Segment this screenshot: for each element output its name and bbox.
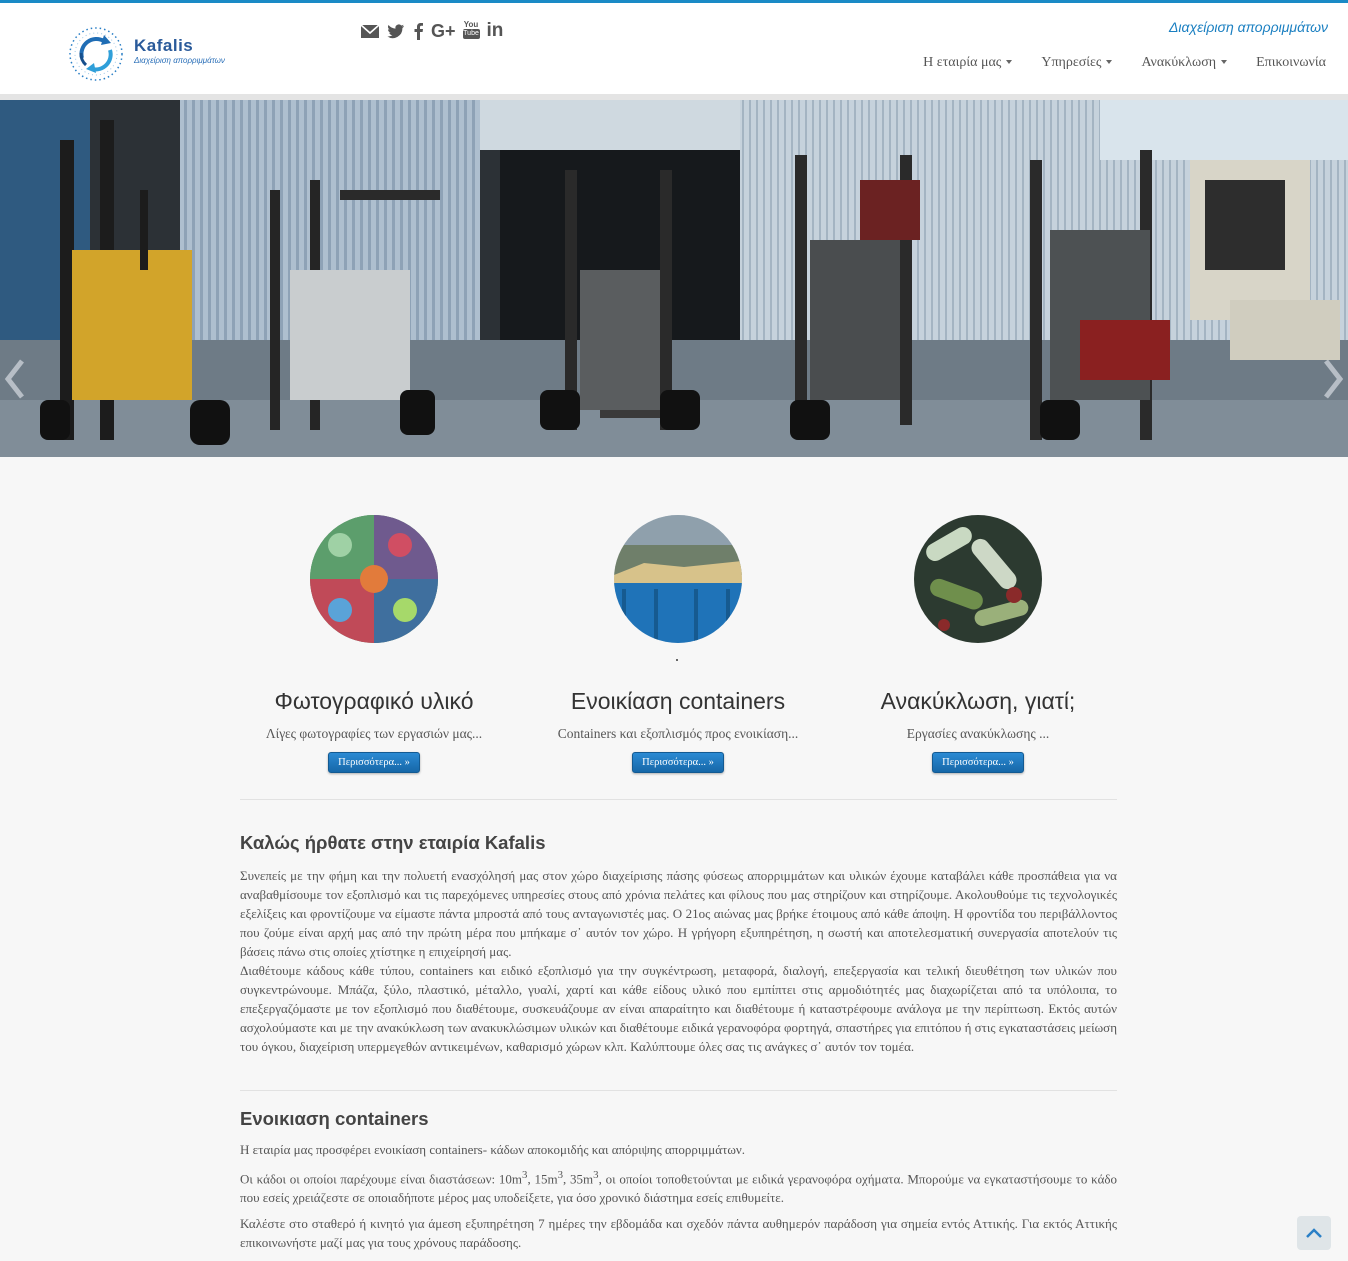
nav-item-services[interactable]: Υπηρεσίες bbox=[1012, 55, 1113, 71]
more-button[interactable]: Περισσότερα... » bbox=[328, 752, 420, 773]
size-value: 35m bbox=[570, 1171, 594, 1187]
welcome-paragraph-1: Συνεπείς με την φήμη και την πολυετή ενα… bbox=[240, 868, 1117, 959]
nav-item-company[interactable]: Η εταιρία μας bbox=[894, 55, 1013, 71]
site-tagline: Διαχείριση απορριμμάτων bbox=[1169, 19, 1328, 35]
feature-text: Εργασίες ανακύκλωσης ... bbox=[906, 726, 1050, 741]
main-nav: Η εταιρία μας Υπηρεσίες Ανακύκλωση Επικο… bbox=[894, 55, 1326, 71]
feature-text: Containers και εξοπλισμός προς ενοικίαση… bbox=[557, 726, 799, 741]
welcome-paragraph-2: Διαθέτουμε κάδους κάθε τύπου, containers… bbox=[240, 963, 1117, 1054]
facebook-icon[interactable] bbox=[412, 20, 424, 42]
rental-paragraph-2: Οι κάδοι οι οποίοι παρέχουμε είναι διαστ… bbox=[240, 1169, 1118, 1206]
container-thumbnail[interactable] bbox=[614, 515, 742, 643]
rental-heading: Ενοικιαση containers bbox=[240, 1108, 429, 1129]
rental-paragraph-3: Καλέστε στο σταθερό ή κινητό για άμεση ε… bbox=[240, 1216, 1117, 1251]
logo[interactable]: Kafalis Διαχείριση απορριμμάτων bbox=[62, 23, 232, 85]
feature-photos: Φωτογραφικό υλικό Λίγες φωτογραφίες των … bbox=[224, 515, 524, 773]
more-button[interactable]: Περισσότερα... » bbox=[932, 752, 1024, 773]
size-exponent: 3 bbox=[557, 1169, 564, 1181]
welcome-section: Καλώς ήρθατε στην εταιρία Kafalis Συνεπε… bbox=[240, 832, 1117, 1056]
caret-down-icon bbox=[1221, 59, 1228, 64]
logo-tagline: Διαχείριση απορριμμάτων bbox=[134, 56, 225, 65]
size-exponent: 3 bbox=[522, 1169, 528, 1181]
size-value: 10m bbox=[498, 1171, 523, 1187]
hero-image-forklifts bbox=[0, 100, 1348, 457]
feature-title: Ανακύκλωση, γιατί; bbox=[880, 688, 1076, 714]
logo-name: Kafalis bbox=[134, 36, 194, 55]
nav-item-contact[interactable]: Επικοινωνία bbox=[1227, 55, 1326, 71]
more-button[interactable]: Περισσότερα... » bbox=[632, 752, 724, 773]
youtube-label-bottom: Tube bbox=[462, 29, 480, 39]
chevron-up-icon bbox=[1306, 1228, 1322, 1238]
divider bbox=[240, 799, 1117, 800]
nav-label: Ανακύκλωση bbox=[1141, 55, 1217, 70]
feature-containers: Ενοικίαση containers Containers και εξοπ… bbox=[528, 515, 828, 773]
decor-dot bbox=[676, 659, 678, 661]
linkedin-icon[interactable]: in bbox=[487, 20, 504, 42]
chevron-right-icon[interactable] bbox=[1322, 355, 1346, 403]
twitter-icon[interactable] bbox=[387, 20, 405, 42]
plastic-bottles-thumbnail[interactable] bbox=[310, 515, 438, 643]
google-plus-icon[interactable]: G+ bbox=[431, 20, 456, 42]
feature-recycling: Ανακύκλωση, γιατί; Εργασίες ανακύκλωσης … bbox=[828, 515, 1128, 773]
envelope-icon[interactable] bbox=[360, 20, 380, 42]
youtube-icon[interactable]: You Tube bbox=[462, 20, 480, 42]
size-value: 15m bbox=[534, 1171, 558, 1187]
feature-text: Λίγες φωτογραφίες των εργασιών μας... bbox=[265, 726, 483, 741]
nav-item-recycling[interactable]: Ανακύκλωση bbox=[1112, 55, 1228, 71]
nav-label: Η εταιρία μας bbox=[923, 55, 1002, 70]
welcome-heading: Καλώς ήρθατε στην εταιρία Kafalis bbox=[240, 832, 546, 853]
divider bbox=[240, 1090, 1117, 1091]
nav-label: Επικοινωνία bbox=[1256, 55, 1326, 70]
rental-section: Ενοικιαση containers Η εταιρία μας προσφ… bbox=[240, 1108, 1117, 1259]
feature-title: Ενοικίαση containers bbox=[570, 688, 786, 714]
social-links: G+ You Tube in bbox=[360, 19, 503, 43]
chevron-left-icon[interactable] bbox=[2, 355, 26, 403]
site-header: Kafalis Διαχείριση απορριμμάτων G+ You T… bbox=[0, 3, 1348, 94]
rental-text: Οι κάδοι οι οποίοι παρέχουμε είναι διαστ… bbox=[240, 1171, 499, 1187]
nav-label: Υπηρεσίες bbox=[1041, 55, 1102, 70]
glass-bottles-thumbnail[interactable] bbox=[914, 515, 1042, 643]
caret-down-icon bbox=[1106, 59, 1113, 64]
recycle-logo-icon bbox=[69, 27, 123, 81]
rental-paragraph-1: Η εταιρία μας προσφέρει ενοικίαση contai… bbox=[240, 1142, 746, 1157]
caret-down-icon bbox=[1006, 59, 1013, 64]
back-to-top-button[interactable] bbox=[1297, 1216, 1331, 1250]
feature-title: Φωτογραφικό υλικό bbox=[274, 688, 474, 714]
youtube-label-top: You bbox=[463, 20, 479, 29]
hero-slider[interactable] bbox=[0, 100, 1348, 457]
